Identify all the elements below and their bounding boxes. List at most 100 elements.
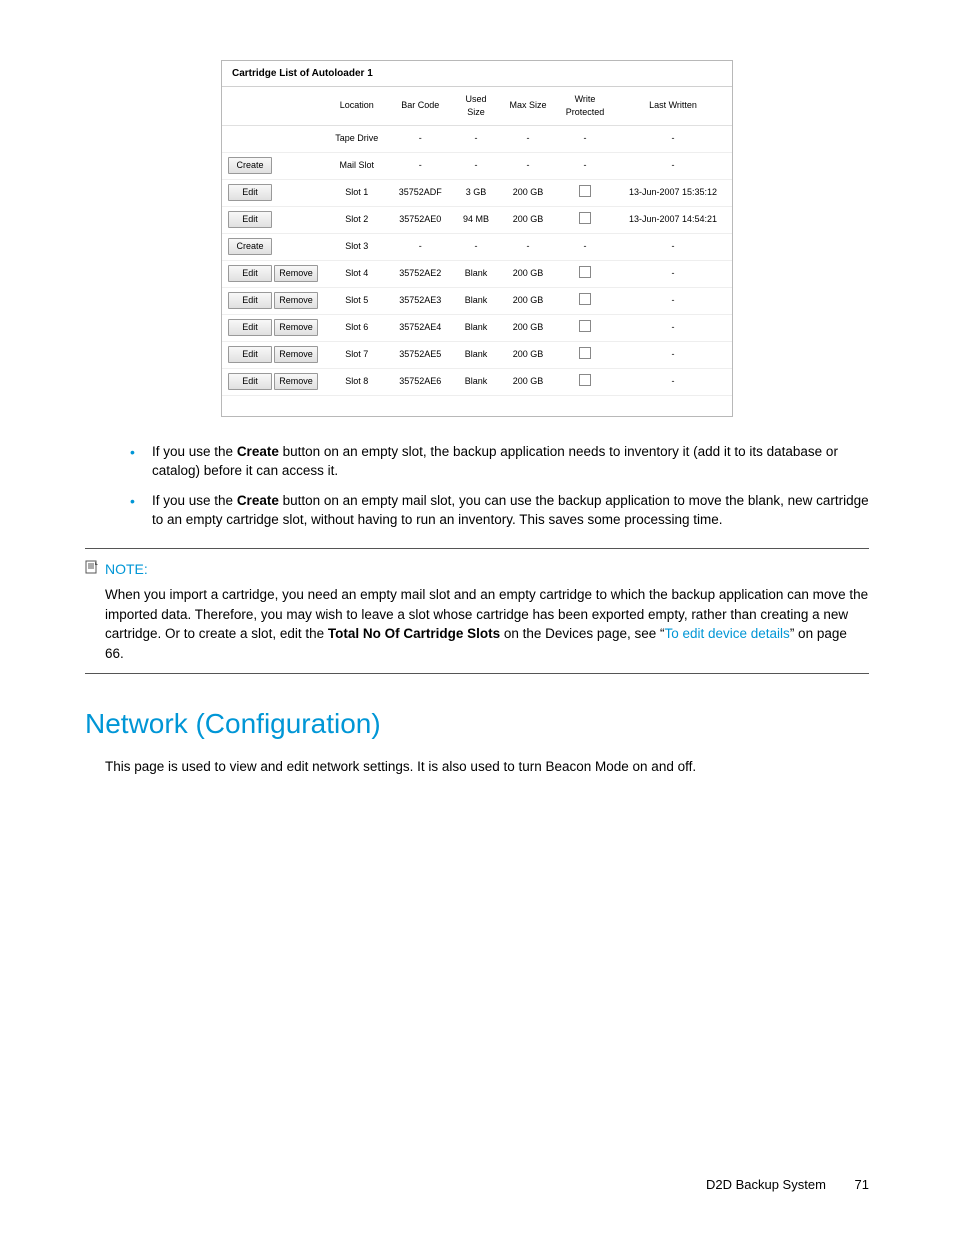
row-actions: EditRemove: [222, 260, 325, 287]
table-row: EditRemoveSlot 835752AE6Blank200 GB-: [222, 368, 732, 395]
table-row: EditSlot 135752ADF3 GB200 GB13-Jun-2007 …: [222, 179, 732, 206]
cell-write-protected: -: [556, 152, 614, 179]
remove-button[interactable]: Remove: [274, 373, 318, 390]
cartridge-panel: Cartridge List of Autoloader 1 Location …: [221, 60, 733, 417]
table-row: EditRemoveSlot 435752AE2Blank200 GB-: [222, 260, 732, 287]
create-button[interactable]: Create: [228, 157, 272, 174]
note-label: NOTE:: [85, 559, 869, 579]
write-protected-checkbox[interactable]: [579, 185, 591, 197]
cell-used: -: [452, 233, 500, 260]
cell-max: 200 GB: [500, 368, 556, 395]
footer-page: 71: [855, 1177, 869, 1192]
cell-location: Mail Slot: [325, 152, 388, 179]
bullet-list: If you use the Create button on an empty…: [130, 442, 869, 530]
cell-max: -: [500, 233, 556, 260]
cell-barcode: 35752AE2: [388, 260, 451, 287]
remove-button[interactable]: Remove: [274, 265, 318, 282]
cell-used: 94 MB: [452, 206, 500, 233]
cell-location: Slot 4: [325, 260, 388, 287]
table-row: EditRemoveSlot 635752AE4Blank200 GB-: [222, 314, 732, 341]
row-actions: Create: [222, 152, 325, 179]
edit-button[interactable]: Edit: [228, 319, 272, 336]
panel-title: Cartridge List of Autoloader 1: [222, 61, 732, 87]
cell-location: Slot 3: [325, 233, 388, 260]
cell-barcode: 35752AE0: [388, 206, 451, 233]
write-protected-checkbox[interactable]: [579, 212, 591, 224]
cell-last-written: 13-Jun-2007 14:54:21: [614, 206, 732, 233]
edit-button[interactable]: Edit: [228, 265, 272, 282]
cell-write-protected: -: [556, 233, 614, 260]
table-header: Location Bar Code Used Size Max Size Wri…: [222, 87, 732, 126]
cell-location: Tape Drive: [325, 125, 388, 152]
cell-max: -: [500, 125, 556, 152]
cell-max: 200 GB: [500, 260, 556, 287]
cell-last-written: 13-Jun-2007 15:35:12: [614, 179, 732, 206]
row-actions: EditRemove: [222, 287, 325, 314]
table-row: EditRemoveSlot 735752AE5Blank200 GB-: [222, 341, 732, 368]
row-actions: EditRemove: [222, 368, 325, 395]
cell-max: 200 GB: [500, 341, 556, 368]
cell-write-protected: [556, 314, 614, 341]
cell-last-written: -: [614, 125, 732, 152]
edit-button[interactable]: Edit: [228, 292, 272, 309]
bullet-2: If you use the Create button on an empty…: [130, 491, 869, 530]
note-block: NOTE: When you import a cartridge, you n…: [85, 548, 869, 675]
cell-last-written: -: [614, 341, 732, 368]
cell-location: Slot 7: [325, 341, 388, 368]
row-actions: [222, 125, 325, 152]
cell-last-written: -: [614, 233, 732, 260]
cell-last-written: -: [614, 314, 732, 341]
create-button[interactable]: Create: [228, 238, 272, 255]
cell-barcode: 35752AE5: [388, 341, 451, 368]
col-wp: Write Protected: [556, 87, 614, 126]
cell-barcode: -: [388, 125, 451, 152]
col-used: Used Size: [452, 87, 500, 126]
cell-location: Slot 5: [325, 287, 388, 314]
write-protected-checkbox[interactable]: [579, 374, 591, 386]
cell-last-written: -: [614, 287, 732, 314]
cartridge-table: Location Bar Code Used Size Max Size Wri…: [222, 87, 732, 396]
row-actions: EditRemove: [222, 341, 325, 368]
col-last: Last Written: [614, 87, 732, 126]
cell-used: Blank: [452, 260, 500, 287]
row-actions: Create: [222, 233, 325, 260]
cell-write-protected: [556, 179, 614, 206]
col-barcode: Bar Code: [388, 87, 451, 126]
edit-button[interactable]: Edit: [228, 373, 272, 390]
table-row: CreateSlot 3-----: [222, 233, 732, 260]
cell-last-written: -: [614, 260, 732, 287]
cell-location: Slot 6: [325, 314, 388, 341]
cell-location: Slot 1: [325, 179, 388, 206]
note-icon: [85, 559, 99, 579]
row-actions: Edit: [222, 179, 325, 206]
cell-write-protected: [556, 341, 614, 368]
write-protected-checkbox[interactable]: [579, 347, 591, 359]
remove-button[interactable]: Remove: [274, 319, 318, 336]
bullet-1: If you use the Create button on an empty…: [130, 442, 869, 481]
cell-write-protected: -: [556, 125, 614, 152]
note-text: When you import a cartridge, you need an…: [105, 585, 869, 663]
table-row: Tape Drive-----: [222, 125, 732, 152]
section-heading: Network (Configuration): [85, 704, 869, 745]
write-protected-checkbox[interactable]: [579, 293, 591, 305]
cell-used: Blank: [452, 287, 500, 314]
link-edit-device[interactable]: To edit device details: [664, 626, 789, 641]
edit-button[interactable]: Edit: [228, 184, 272, 201]
cell-barcode: -: [388, 152, 451, 179]
remove-button[interactable]: Remove: [274, 292, 318, 309]
table-row: EditRemoveSlot 535752AE3Blank200 GB-: [222, 287, 732, 314]
cell-max: 200 GB: [500, 314, 556, 341]
col-max: Max Size: [500, 87, 556, 126]
cell-max: -: [500, 152, 556, 179]
edit-button[interactable]: Edit: [228, 211, 272, 228]
edit-button[interactable]: Edit: [228, 346, 272, 363]
cell-last-written: -: [614, 368, 732, 395]
cell-max: 200 GB: [500, 206, 556, 233]
cell-used: 3 GB: [452, 179, 500, 206]
write-protected-checkbox[interactable]: [579, 320, 591, 332]
cell-barcode: -: [388, 233, 451, 260]
table-row: CreateMail Slot-----: [222, 152, 732, 179]
table-row: EditSlot 235752AE094 MB200 GB13-Jun-2007…: [222, 206, 732, 233]
remove-button[interactable]: Remove: [274, 346, 318, 363]
write-protected-checkbox[interactable]: [579, 266, 591, 278]
